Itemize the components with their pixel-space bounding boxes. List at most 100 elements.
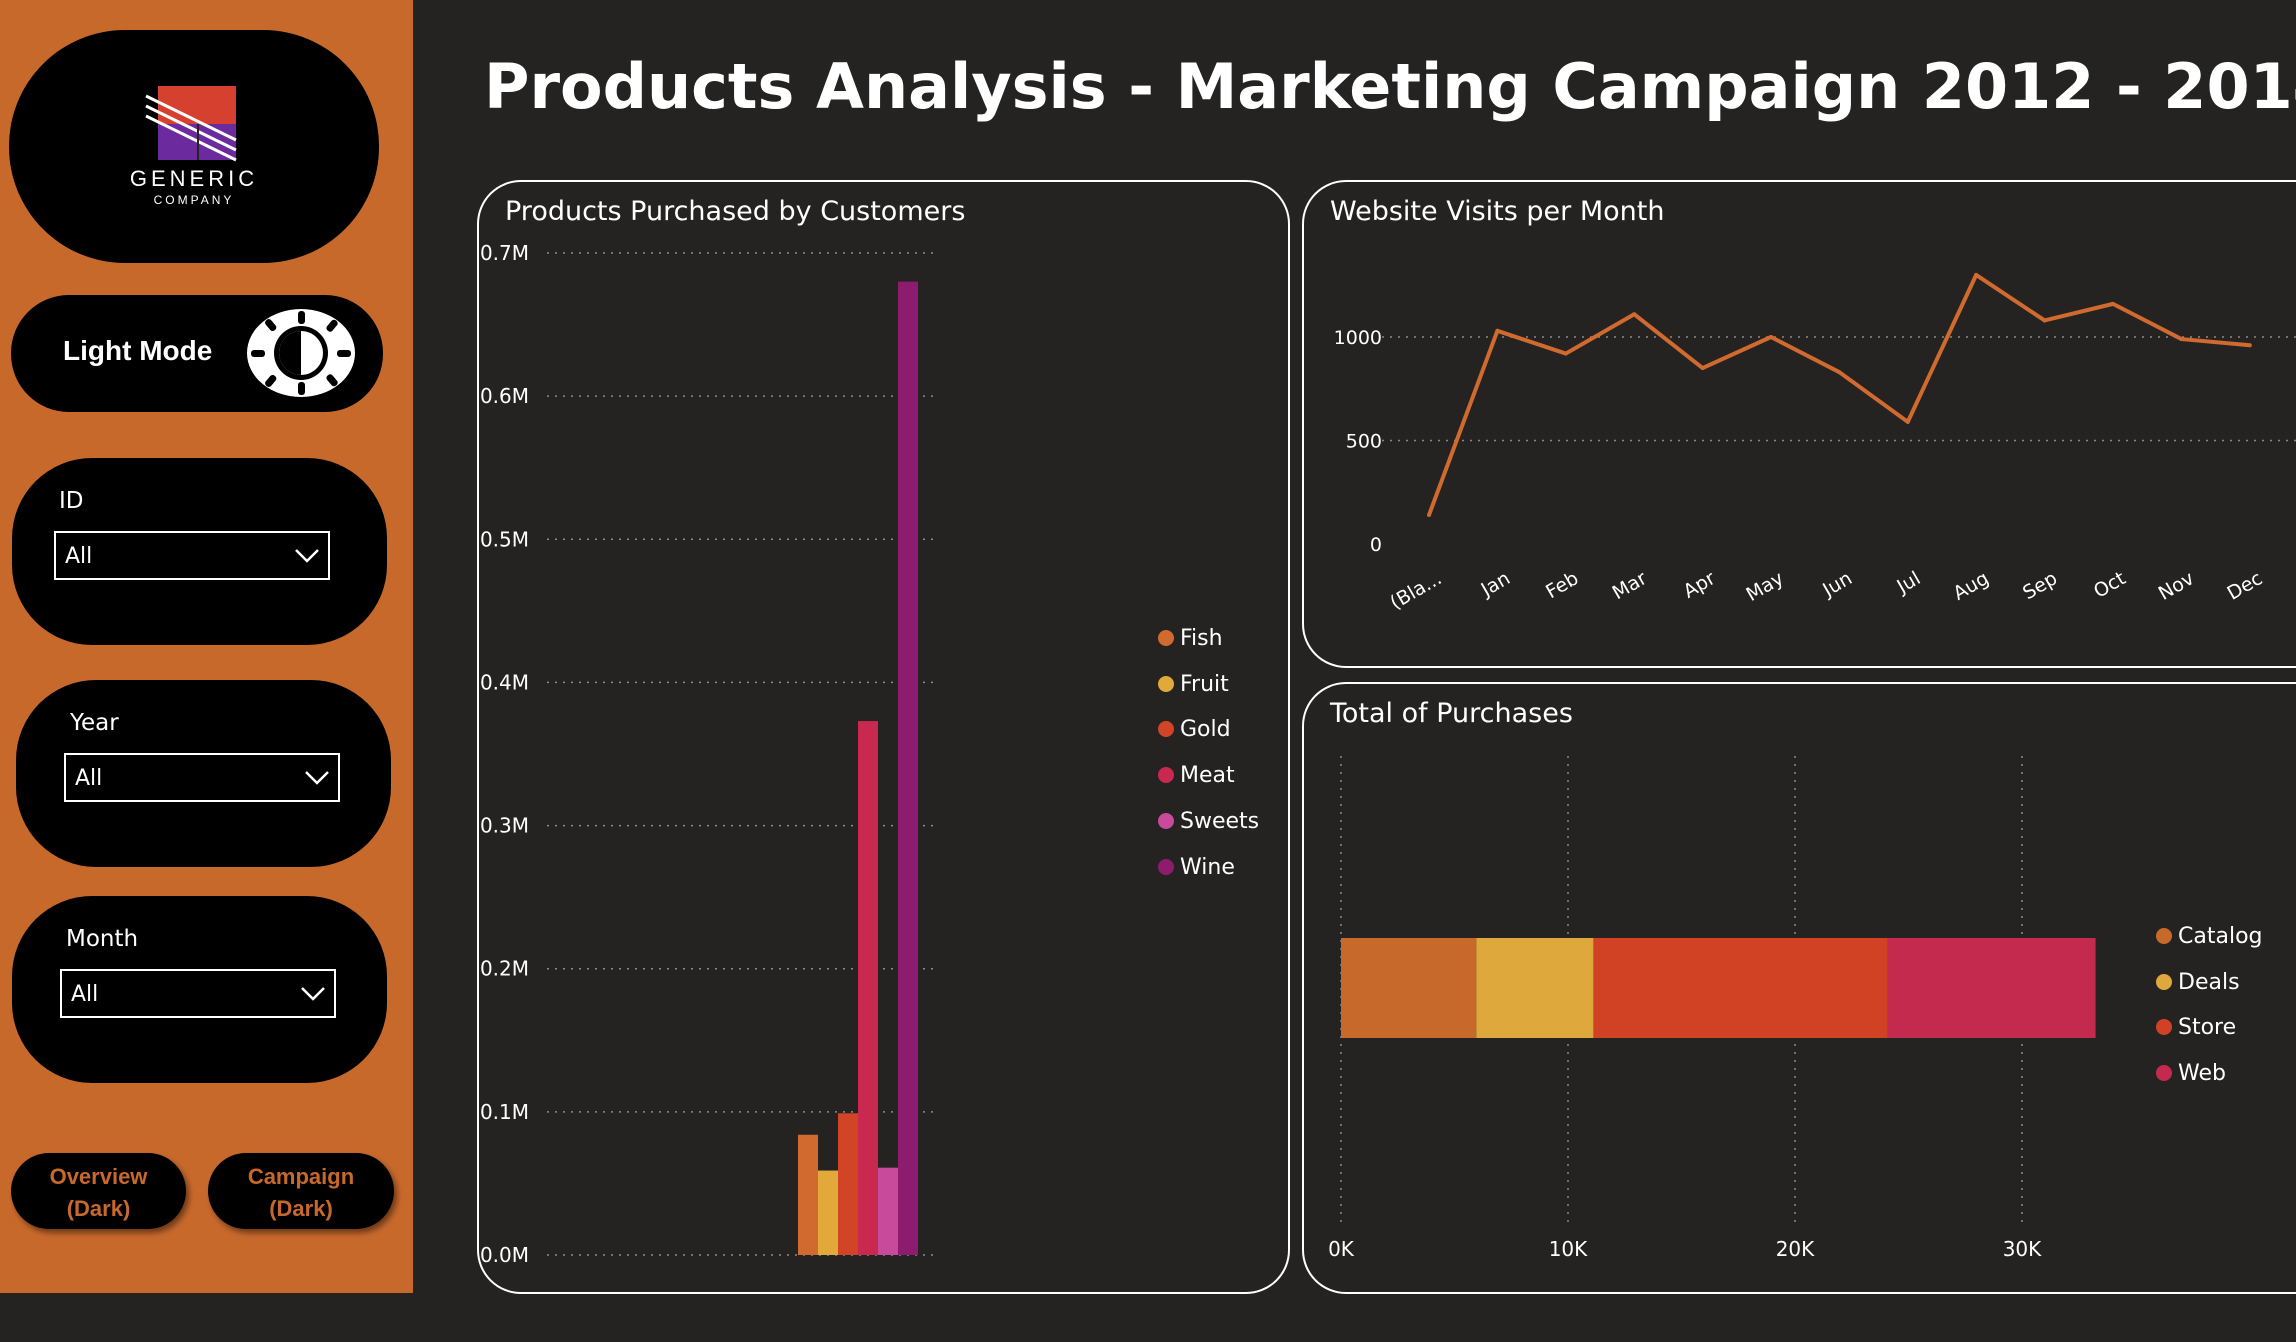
x-tick-label: Aug <box>1950 567 1993 605</box>
legend-item-fruit[interactable]: Fruit <box>1158 672 1229 697</box>
line-point-mar <box>1632 312 1637 317</box>
month-filter-label: Month <box>66 926 139 952</box>
legend-label: Sweets <box>1180 808 1260 834</box>
legend-item-wine[interactable]: Wine <box>1158 855 1235 880</box>
x-tick-label: Feb <box>1542 567 1582 603</box>
chevron-down-icon <box>301 987 325 1001</box>
line-point-dec <box>2247 343 2252 348</box>
line-point-jun <box>1837 370 1842 375</box>
legend-item-catalog[interactable]: Catalog <box>2156 924 2263 949</box>
light-mode-toggle[interactable]: Light Mode <box>11 295 383 412</box>
legend-item-store[interactable]: Store <box>2156 1015 2236 1040</box>
y-tick-label: 500 <box>1346 431 1382 453</box>
line-point-oct <box>2111 301 2115 306</box>
legend-item-fish[interactable]: Fish <box>1158 626 1223 651</box>
bar-meat <box>858 721 878 1255</box>
id-select[interactable]: All <box>54 531 330 580</box>
logo-card: GENERIC COMPANY <box>9 30 379 263</box>
line-point-may <box>1769 335 1773 339</box>
x-tick-label: Jun <box>1818 567 1856 601</box>
year-select[interactable]: All <box>64 753 340 802</box>
x-tick-label: Apr <box>1680 567 1720 603</box>
y-tick-label: 0.4M <box>480 670 529 694</box>
chevron-down-icon <box>295 549 319 563</box>
brightness-icon <box>247 309 355 397</box>
legend-item-gold[interactable]: Gold <box>1158 717 1231 742</box>
legend-item-deals[interactable]: Deals <box>2156 970 2240 995</box>
line-point-jan <box>1495 328 1500 333</box>
bar-fruit <box>818 1170 838 1255</box>
y-tick-label: 0.5M <box>480 527 529 551</box>
legend-dot <box>1158 721 1174 738</box>
legend-dot <box>2156 1019 2172 1036</box>
line-point-jul <box>1905 419 1910 424</box>
campaign-button-line1: Campaign <box>247 1164 355 1189</box>
bar-gold <box>838 1113 858 1255</box>
website-visits-panel: Website Visits per Month 0 500 1000 (Bla...… <box>1302 180 2296 668</box>
line-point-apr <box>1700 366 1705 371</box>
campaign-dark-button[interactable]: Campaign (Dark) <box>208 1153 394 1229</box>
legend-dot <box>1158 675 1174 692</box>
y-tick-label: 0.0M <box>480 1243 529 1267</box>
y-tick-label: 0.2M <box>480 957 529 981</box>
legend-label: Store <box>2178 1015 2237 1041</box>
company-logo-icon <box>145 86 237 162</box>
products-purchased-panel: Products Purchased by Customers 0.0M 0.1M… <box>477 180 1290 1294</box>
legend-item-web[interactable]: Web <box>2156 1061 2226 1086</box>
chevron-down-icon <box>305 771 329 785</box>
page-title: Products Analysis - Marketing Campaign 2… <box>484 50 2296 123</box>
y-tick-label: 0.7M <box>480 241 529 265</box>
legend-item-meat[interactable]: Meat <box>1158 763 1235 788</box>
bar-fish <box>798 1134 818 1255</box>
x-tick-label: 30K <box>2003 1237 2042 1261</box>
legend-label: Fish <box>1180 626 1223 651</box>
x-tick-label: Mar <box>1609 567 1651 604</box>
x-tick-label: (Bla... <box>1386 567 1445 614</box>
legend-label: Fruit <box>1180 671 1229 697</box>
legend-label: Web <box>2178 1061 2226 1087</box>
month-select[interactable]: All <box>60 969 336 1018</box>
legend-dot <box>2156 928 2172 944</box>
line-point-nov <box>2179 337 2184 342</box>
logo-subname: COMPANY <box>153 193 235 207</box>
x-tick-label: Jul <box>1893 567 1925 598</box>
line-point-aug <box>1974 272 1979 277</box>
x-tick-label: Oct <box>2090 567 2129 602</box>
legend-item-sweets[interactable]: Sweets <box>1158 809 1259 834</box>
line-point-feb <box>1563 351 1568 356</box>
bar-segment-catalog <box>1341 938 1477 1038</box>
overview-button-line2: (Dark) <box>66 1196 131 1221</box>
visits-line-chart: 0 500 1000 (Bla... Jan Feb Mar Apr May Jun Jul Aug S… <box>1334 272 2296 614</box>
x-tick-label: Dec <box>2223 567 2266 604</box>
legend-dot <box>1158 812 1174 829</box>
legend-label: Gold <box>1180 717 1231 743</box>
y-tick-label: 0.6M <box>480 384 529 408</box>
x-tick-label: Nov <box>2155 567 2198 605</box>
legend-dot <box>2156 1065 2172 1082</box>
legend-label: Deals <box>2178 969 2240 995</box>
visits-line <box>1427 272 2250 516</box>
overview-dark-button[interactable]: Overview (Dark) <box>11 1153 186 1229</box>
x-tick-label: 20K <box>1776 1237 1815 1261</box>
month-select-value: All <box>71 982 99 1007</box>
bar-segment-store <box>1593 938 1888 1038</box>
purchases-stacked-bar-chart: 0K 10K 20K 30K <box>1328 756 2096 1261</box>
x-tick-label: Jan <box>1477 567 1514 601</box>
legend-label: Catalog <box>2178 924 2263 949</box>
bar-wine <box>898 281 918 1256</box>
legend-dot <box>1158 630 1174 646</box>
bar-sweets <box>878 1167 898 1255</box>
year-filter-card: Year All <box>16 680 391 867</box>
campaign-button-line2: (Dark) <box>269 1196 333 1221</box>
bar-segment-web <box>1887 938 2096 1038</box>
legend-dot <box>1158 858 1174 875</box>
legend-label: Wine <box>1180 854 1235 880</box>
id-filter-label: ID <box>59 488 84 514</box>
id-filter-card: ID All <box>12 458 387 645</box>
sidebar: GENERIC COMPANY Light Mode ID All Year A… <box>0 0 413 1293</box>
x-tick-label: 10K <box>1549 1237 1588 1261</box>
id-select-value: All <box>65 544 93 569</box>
logo-name: GENERIC <box>129 166 259 191</box>
year-filter-label: Year <box>70 710 119 736</box>
bar-segment-deals <box>1476 938 1594 1038</box>
